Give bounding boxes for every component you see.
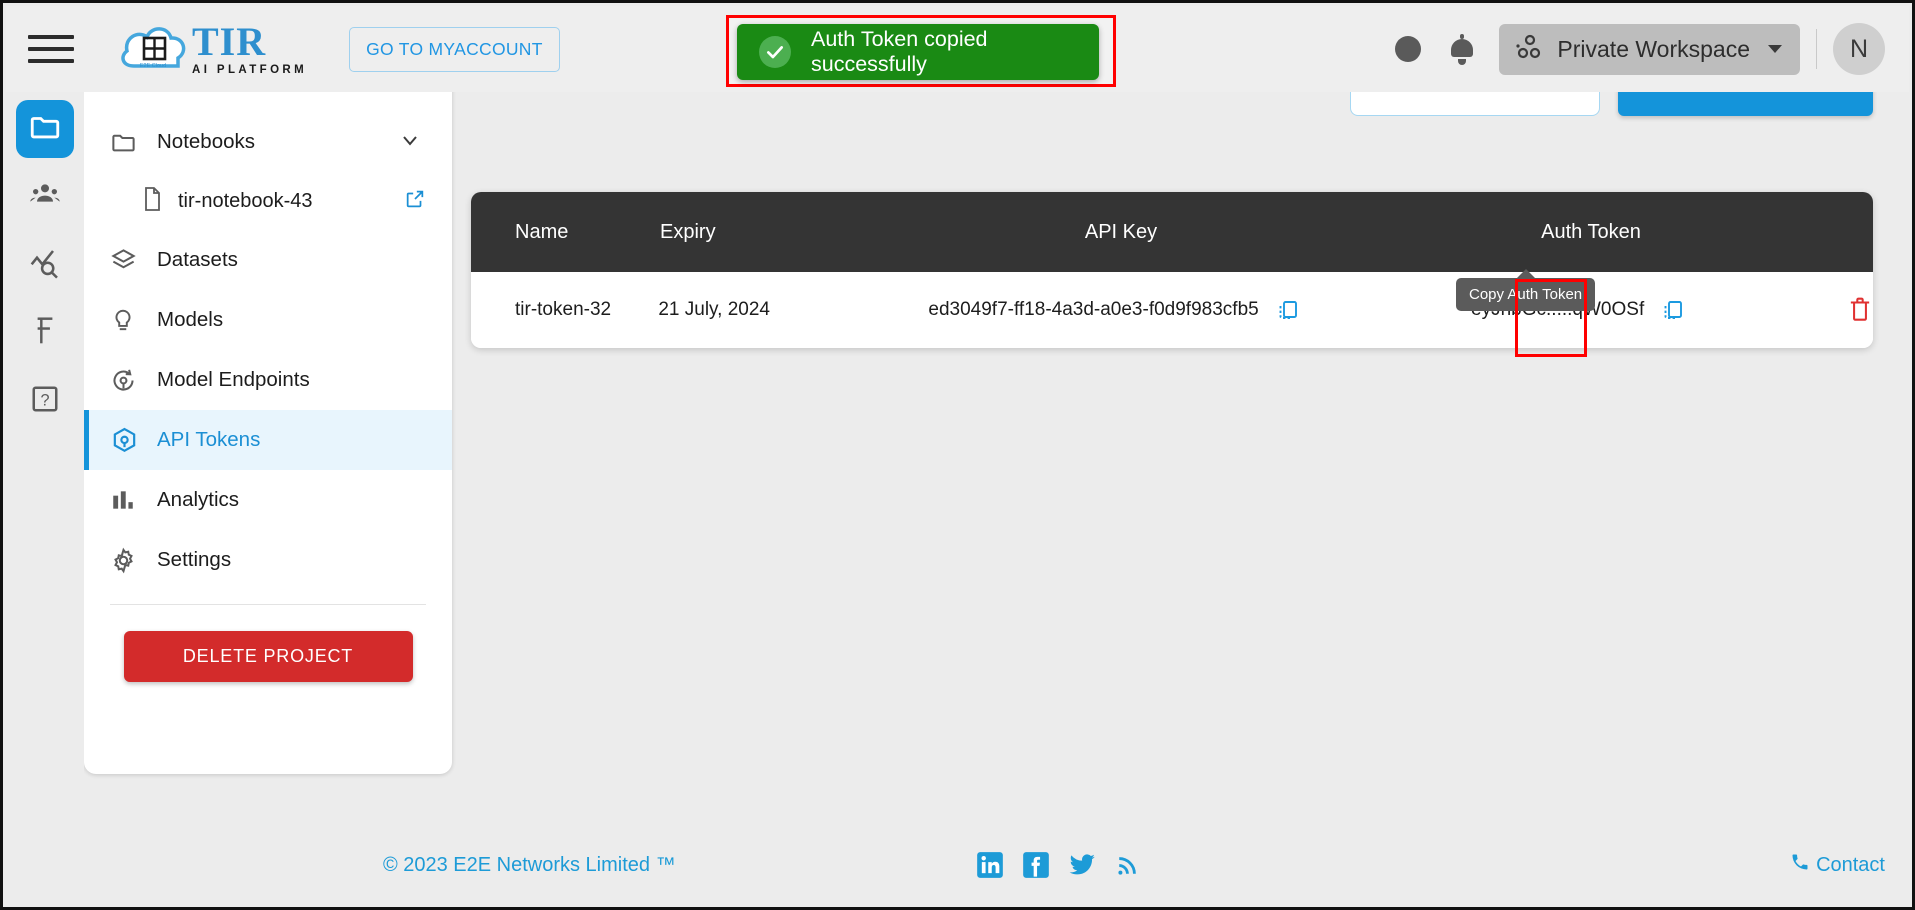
notifications-button[interactable]	[1435, 22, 1489, 76]
chevron-down-icon[interactable]	[398, 128, 422, 157]
hamburger-menu-icon[interactable]	[28, 32, 74, 66]
external-link-icon[interactable]	[404, 188, 426, 215]
workspace-label: Private Workspace	[1557, 35, 1750, 62]
sidebar-item-label: Analytics	[157, 488, 240, 511]
cell-api-key: ed3049f7-ff18-4a3d-a0e3-f0d9f983cfb5	[857, 298, 1370, 322]
workspace-nodes-icon	[1515, 33, 1543, 66]
sidebar-item-label: tir-notebook-43	[178, 189, 313, 212]
column-header-api-key: API Key	[1084, 220, 1158, 243]
hamburger-bar	[28, 35, 74, 39]
main-panel: Name Expiry API Key Auth Token tir-token…	[471, 92, 1873, 904]
tir-cloud-logo-icon: E2E Cloud	[118, 18, 190, 80]
app-window: E2E Cloud TIR AI PLATFORM GO TO MYACCOUN…	[0, 0, 1915, 910]
cell-token-name: tir-token-32	[515, 299, 612, 320]
workspace-selector[interactable]: Private Workspace	[1499, 23, 1800, 75]
brand-logo[interactable]: E2E Cloud TIR AI PLATFORM	[118, 18, 307, 80]
copy-api-key-icon[interactable]	[1275, 298, 1299, 322]
copy-auth-token-icon[interactable]	[1660, 298, 1684, 322]
column-header-name: Name	[515, 220, 569, 243]
sidebar-item-label: Model Endpoints	[157, 368, 310, 391]
sidebar-item-analytics[interactable]: Analytics	[84, 470, 452, 530]
column-header-auth-token: Auth Token	[1541, 220, 1641, 243]
cube-icon	[110, 426, 148, 455]
sidebar-nav-list: Notebooks tir-notebook-43 Datasets Model…	[84, 112, 452, 682]
sidebar-item-api-tokens[interactable]: API Tokens	[84, 410, 452, 470]
gear-icon	[110, 547, 148, 574]
check-circle-icon	[759, 36, 791, 68]
bell-icon	[1451, 34, 1474, 65]
rail-item-billing[interactable]	[16, 304, 74, 362]
bulb-icon	[110, 307, 148, 334]
bar-chart-icon	[110, 487, 148, 513]
left-icon-rail: ?	[6, 92, 84, 904]
chevron-down-icon	[1768, 45, 1782, 53]
svg-text:?: ?	[40, 391, 49, 409]
analytics-search-icon	[29, 247, 61, 284]
api-key-value: ed3049f7-ff18-4a3d-a0e3-f0d9f983cfb5	[928, 299, 1259, 320]
main-toolbar	[1350, 92, 1873, 116]
sidebar-item-model-endpoints[interactable]: Model Endpoints	[84, 350, 452, 410]
api-tokens-table: Name Expiry API Key Auth Token tir-token…	[471, 192, 1873, 357]
rail-item-projects[interactable]	[16, 100, 74, 158]
sidebar-item-models[interactable]: Models	[84, 290, 452, 350]
column-header-expiry: Expiry	[660, 220, 716, 243]
content-area: Notebooks tir-notebook-43 Datasets Model…	[81, 92, 1909, 904]
avatar[interactable]: N	[1833, 23, 1885, 75]
team-icon	[29, 179, 61, 216]
cell-expiry: 21 July, 2024	[658, 299, 770, 320]
phone-icon	[1790, 852, 1810, 878]
brand-name: TIR	[192, 18, 267, 64]
footer-contact-label: Contact	[1816, 853, 1885, 876]
twitter-icon[interactable]	[1068, 851, 1096, 879]
file-icon	[140, 186, 164, 217]
help-icon: ?	[30, 384, 60, 419]
table-header-row: Name Expiry API Key Auth Token	[471, 192, 1873, 272]
dark-mode-toggle[interactable]	[1381, 22, 1435, 76]
endpoint-icon	[110, 367, 148, 394]
brand-subtitle: AI PLATFORM	[192, 63, 308, 76]
layers-icon	[110, 247, 148, 274]
folder-icon	[28, 110, 62, 149]
create-token-button[interactable]	[1618, 92, 1873, 116]
delete-project-button[interactable]: DELETE PROJECT	[123, 631, 413, 682]
hamburger-bar	[28, 59, 74, 63]
rail-item-team[interactable]	[16, 168, 74, 226]
moon-icon	[1395, 36, 1422, 62]
sidebar-item-notebooks[interactable]: Notebooks	[84, 112, 452, 172]
sidebar-item-label: Models	[157, 308, 224, 331]
sidebar-item-tir-notebook-43[interactable]: tir-notebook-43	[84, 172, 452, 230]
rail-item-help[interactable]: ?	[16, 372, 74, 430]
sidebar-item-label: Datasets	[157, 248, 238, 271]
trash-icon[interactable]	[1847, 296, 1873, 324]
hamburger-bar	[28, 47, 74, 51]
rss-icon[interactable]	[1114, 851, 1142, 879]
toast-message: Auth Token copied successfully	[811, 27, 988, 76]
sidebar-item-settings[interactable]: Settings	[84, 530, 452, 590]
sidebar-divider	[110, 604, 426, 605]
table-row: tir-token-32 21 July, 2024 ed3049f7-ff18…	[471, 272, 1873, 357]
sidebar-item-label: API Tokens	[157, 428, 261, 451]
facebook-icon[interactable]	[1022, 851, 1050, 879]
sidebar-item-datasets[interactable]: Datasets	[84, 230, 452, 290]
linkedin-icon[interactable]	[976, 851, 1004, 879]
rail-item-monitoring[interactable]	[16, 236, 74, 294]
footer-contact-link[interactable]: Contact	[1790, 852, 1885, 878]
svg-text:E2E Cloud: E2E Cloud	[140, 63, 166, 69]
project-sidebar-panel: Notebooks tir-notebook-43 Datasets Model…	[84, 92, 452, 774]
search-input[interactable]	[1350, 92, 1600, 116]
sidebar-item-label: Notebooks	[157, 130, 256, 153]
folder-icon	[110, 129, 148, 156]
sidebar-item-label: Settings	[157, 548, 232, 571]
toast-notification: Auth Token copied successfully	[737, 24, 1099, 80]
footer-social-links	[976, 851, 1142, 879]
tooltip-copy-auth-token: Copy Auth Token	[1456, 269, 1596, 311]
footer: Legal © 2023 E2E Networks Limited ™	[6, 826, 1909, 904]
divider	[1816, 29, 1817, 69]
rupee-icon	[30, 315, 60, 352]
go-to-myaccount-button[interactable]: GO TO MYACCOUNT	[349, 26, 560, 72]
footer-copyright: © 2023 E2E Networks Limited ™	[382, 853, 676, 876]
top-right-controls: Private Workspace N	[1381, 22, 1909, 76]
cell-actions	[1785, 296, 1873, 324]
